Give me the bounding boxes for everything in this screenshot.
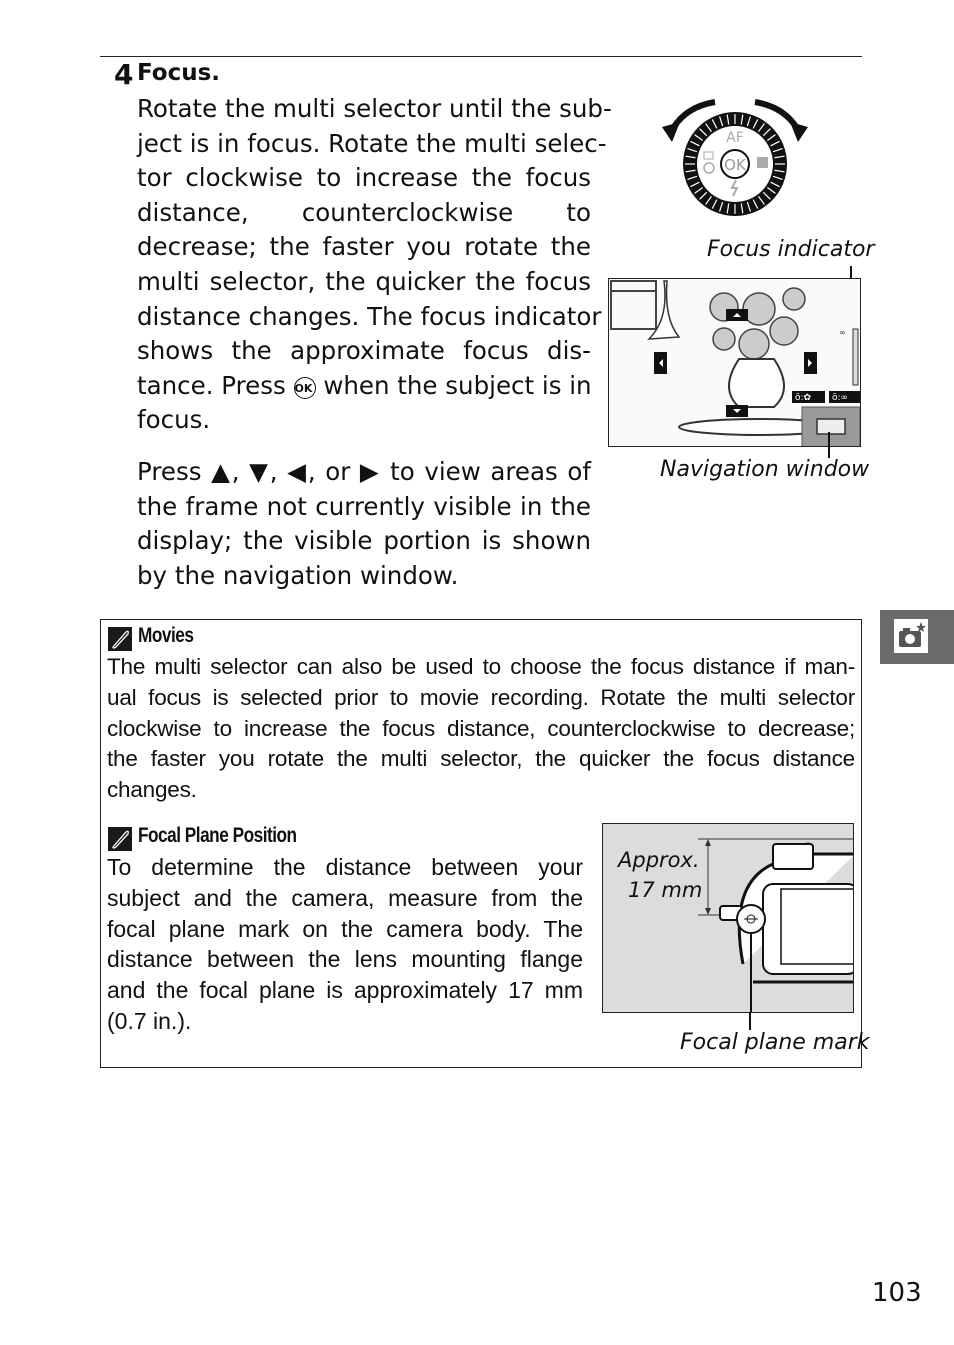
camera-star-icon [894, 619, 928, 653]
section-tab[interactable] [880, 610, 954, 664]
text-line: distance, counterclockwise to [137, 197, 591, 227]
top-rule [100, 56, 862, 57]
svg-text:∞: ∞ [839, 328, 846, 337]
text-line: subject and the camera, measure from the [107, 884, 583, 911]
focal-plane-note-body: To determine the distance between your s… [107, 852, 583, 1037]
text-fragment: tance. Press [137, 370, 286, 400]
step-number: 4 [114, 58, 134, 91]
movies-note-body: The multi selector can also be used to c… [107, 652, 855, 806]
svg-text:17 mm: 17 mm [628, 878, 702, 902]
page-number: 103 [872, 1278, 922, 1308]
step-title: Focus. [137, 60, 221, 86]
svg-text:ō:∞: ō:∞ [832, 393, 848, 403]
focus-indicator-caption: Focus indicator [707, 237, 875, 262]
focal-plane-illustration: Approx. 17 mm [602, 823, 854, 1013]
text-line: ject is in focus. Rotate the multi selec… [137, 128, 607, 158]
text-line: and the focal plane is approximately 17 … [107, 977, 583, 1004]
text-line: ual focus is selected prior to movie rec… [107, 684, 855, 710]
text-line: display; the visible portion is shown [137, 526, 591, 556]
focal-plane-note-title: Focal Plane Position [138, 824, 297, 847]
text-line: shows the approximate focus dis- [137, 336, 591, 366]
focal-plane-callout [749, 1012, 751, 1030]
text-line: the frame not currently visible in the [137, 491, 591, 521]
text-line: distance changes. The focus indicator [137, 301, 602, 331]
text-fragment: when the subject is in [323, 370, 592, 400]
text-line: by the navigation window. [137, 560, 459, 590]
text-line: The multi selector can also be used to c… [107, 654, 855, 679]
text-line-with-ok: tance. Press OK when the subject is in [137, 369, 592, 404]
movies-note-title: Movies [138, 624, 194, 647]
focal-plane-mark-caption: Focal plane mark [680, 1030, 870, 1055]
lcd-preview-illustration: ∞ ō:✿ ō:∞ [608, 278, 861, 447]
text-line: distance between the lens mounting flang… [107, 946, 583, 973]
focus-indicator-bar [852, 328, 859, 386]
text-line: the faster you rotate the multi selector… [107, 746, 855, 772]
text-line: (0.7 in.). [107, 1007, 192, 1034]
text-line: clockwise to increase the focus distance… [107, 715, 855, 741]
text-line: multi selector, the quicker the focus [137, 266, 591, 296]
text-line: changes. [107, 777, 197, 803]
af-label: AF [726, 130, 744, 146]
svg-text:Approx.: Approx. [616, 848, 700, 872]
lcd-scene: ∞ ō:✿ ō:∞ [610, 280, 860, 446]
text-line: Press ▲, ▼, ◀, or ▶ to view areas of [137, 457, 591, 486]
navigation-visible-area [816, 418, 846, 435]
text-line: To determine the distance between your [107, 854, 583, 880]
text-line: focus. [137, 405, 211, 435]
navigation-window-caption: Navigation window [660, 457, 870, 482]
pencil-note-icon [108, 627, 132, 651]
step-paragraph-1: Rotate the multi selector until the sub-… [137, 92, 612, 438]
ok-label: OK [724, 156, 747, 174]
arrow-head [790, 122, 808, 142]
text-line: decrease; the faster you rotate the [137, 232, 591, 262]
navigation-window-callout [828, 432, 830, 458]
multi-selector-dial-illustration: OK AF [662, 99, 808, 216]
pencil-note-icon [108, 827, 132, 851]
arrow-head [662, 122, 680, 142]
text-line: tor clockwise to increase the focus [137, 163, 591, 193]
svg-text:ō:✿: ō:✿ [795, 393, 812, 403]
ok-button-icon: OK [293, 376, 316, 399]
text-line: Rotate the multi selector until the sub- [137, 94, 612, 123]
text-line: focal plane mark on the camera body. The [107, 915, 583, 942]
step-paragraph-2: Press ▲, ▼, ◀, or ▶ to view areas of the… [137, 455, 591, 593]
